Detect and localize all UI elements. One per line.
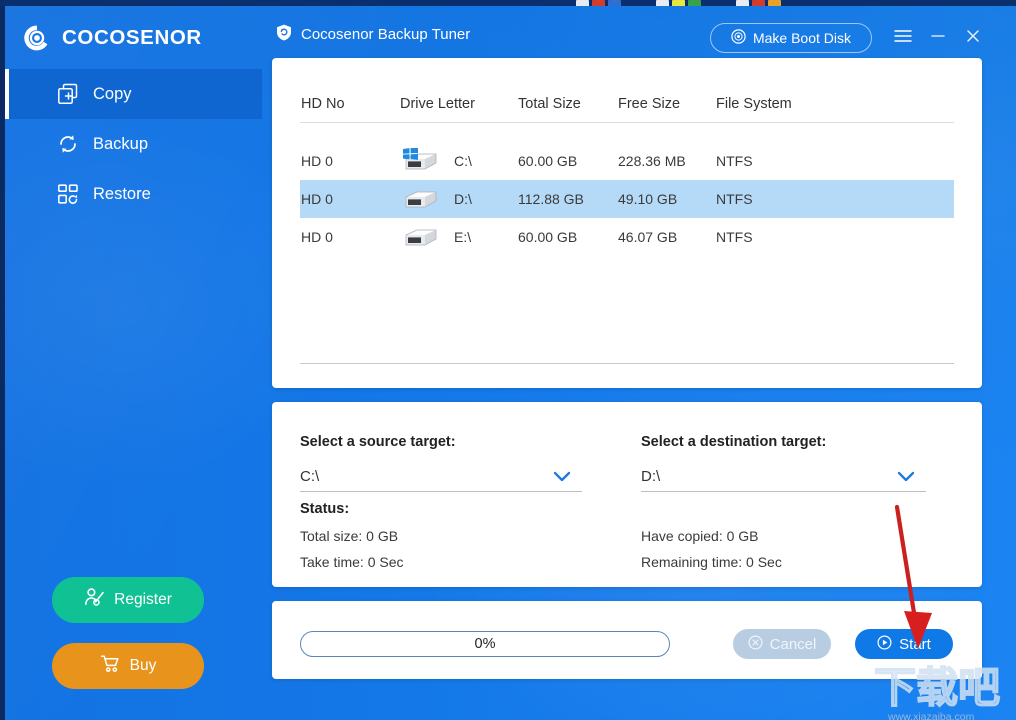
cell-drive-letter: D:\ xyxy=(400,186,518,212)
cancel-circle-icon xyxy=(748,634,763,654)
table-header-divider xyxy=(300,122,954,123)
chevron-down-icon xyxy=(552,468,572,491)
column-header-hd-no: HD No xyxy=(301,96,345,112)
hard-drive-icon xyxy=(400,224,440,250)
cell-total-size: 60.00 GB xyxy=(518,153,578,169)
title-bar: Cocosenor Backup Tuner Make Boot Disk xyxy=(262,6,1016,64)
cell-total-size: 112.88 GB xyxy=(518,191,584,207)
cell-drive-letter-text: C:\ xyxy=(454,153,472,169)
sidebar-item-backup[interactable]: Backup xyxy=(5,119,262,169)
shield-backup-icon xyxy=(276,24,292,45)
sidebar: COCOSENOR Copy Backup Restore Register B… xyxy=(0,6,262,720)
source-target-group: Select a source target: C:\ xyxy=(300,434,582,492)
active-accent-bar xyxy=(5,69,9,119)
sidebar-item-copy[interactable]: Copy xyxy=(5,69,262,119)
window-title-text: Cocosenor Backup Tuner xyxy=(301,26,471,43)
cell-free-size: 46.07 GB xyxy=(618,229,678,245)
refresh-backup-icon xyxy=(57,133,79,155)
make-boot-disk-label: Make Boot Disk xyxy=(752,30,852,46)
sidebar-item-label: Copy xyxy=(93,84,132,103)
status-take-time: Take time: 0 Sec xyxy=(300,554,404,570)
sidebar-item-label: Restore xyxy=(93,184,151,203)
brand-logo: COCOSENOR xyxy=(22,18,202,58)
register-button-label: Register xyxy=(114,591,172,608)
status-have-copied: Have copied: 0 GB xyxy=(641,528,759,544)
status-label: Status: xyxy=(300,501,350,517)
progress-bar-label: 0% xyxy=(474,636,496,652)
start-button[interactable]: Start xyxy=(855,629,953,659)
window-title: Cocosenor Backup Tuner xyxy=(276,24,470,45)
destination-target-dropdown[interactable]: D:\ xyxy=(641,462,926,492)
sidebar-item-label: Backup xyxy=(93,134,149,153)
chevron-down-icon xyxy=(896,468,916,491)
cancel-button[interactable]: Cancel xyxy=(733,629,831,659)
cell-file-system: NTFS xyxy=(716,191,753,207)
start-button-label: Start xyxy=(899,635,931,653)
progress-bar[interactable]: 0% xyxy=(300,631,670,657)
status-remaining-time: Remaining time: 0 Sec xyxy=(641,554,782,570)
source-target-value: C:\ xyxy=(300,468,320,485)
destination-target-group: Select a destination target: D:\ xyxy=(641,434,926,492)
user-add-icon xyxy=(84,587,105,613)
cell-hd-no: HD 0 xyxy=(301,229,333,245)
hamburger-menu-icon[interactable] xyxy=(888,22,918,50)
cart-icon xyxy=(100,653,121,679)
table-row[interactable]: HD 0 C:\ 60.00 GB 228.36 MB NTFS xyxy=(300,142,954,180)
buy-button-label: Buy xyxy=(129,657,157,674)
select-targets-card: Select a source target: C:\ Select a des… xyxy=(272,402,982,587)
application-window: COCOSENOR Copy Backup Restore Register B… xyxy=(0,6,1016,720)
actions-card: 0% Cancel Start xyxy=(272,601,982,679)
brand-name: COCOSENOR xyxy=(62,26,202,49)
table-bottom-divider xyxy=(300,363,954,364)
column-header-free-size: Free Size xyxy=(618,96,681,112)
hard-drive-windows-icon xyxy=(400,147,440,174)
column-header-total-size: Total Size xyxy=(518,96,581,112)
source-target-label: Select a source target: xyxy=(300,434,456,450)
cell-drive-letter: E:\ xyxy=(400,224,518,250)
cell-hd-no: HD 0 xyxy=(301,153,333,169)
play-circle-icon xyxy=(877,634,892,654)
destination-target-value: D:\ xyxy=(641,468,661,485)
cocosenor-logo-icon xyxy=(22,23,52,53)
cell-free-size: 49.10 GB xyxy=(618,191,678,207)
table-header-row: HD No Drive Letter Total Size Free Size … xyxy=(300,86,954,122)
buy-button[interactable]: Buy xyxy=(52,643,204,689)
cell-file-system: NTFS xyxy=(716,153,753,169)
source-target-dropdown[interactable]: C:\ xyxy=(300,462,582,492)
table-row[interactable]: HD 0 D:\ 112.88 GB 49.10 GB NTFS xyxy=(300,180,954,218)
drive-table-card: HD No Drive Letter Total Size Free Size … xyxy=(272,58,982,388)
register-button[interactable]: Register xyxy=(52,577,204,623)
column-header-drive-letter: Drive Letter xyxy=(400,96,475,112)
copy-icon xyxy=(57,83,79,105)
cell-total-size: 60.00 GB xyxy=(518,229,578,245)
svg-text:www.xiazaiba.com: www.xiazaiba.com xyxy=(887,711,975,720)
close-icon[interactable] xyxy=(958,22,988,50)
restore-grid-icon xyxy=(57,183,79,205)
status-total-size: Total size: 0 GB xyxy=(300,528,399,544)
disc-icon xyxy=(731,29,746,47)
destination-target-label: Select a destination target: xyxy=(641,434,827,450)
cancel-button-label: Cancel xyxy=(769,635,817,653)
sidebar-item-restore[interactable]: Restore xyxy=(5,169,262,219)
minimize-icon[interactable] xyxy=(923,22,953,50)
cell-drive-letter-text: E:\ xyxy=(454,229,472,245)
make-boot-disk-button[interactable]: Make Boot Disk xyxy=(710,23,872,53)
cell-free-size: 228.36 MB xyxy=(618,153,686,169)
cell-hd-no: HD 0 xyxy=(301,191,333,207)
cell-drive-letter-text: D:\ xyxy=(454,191,472,207)
cell-file-system: NTFS xyxy=(716,229,753,245)
hard-drive-icon xyxy=(400,186,440,212)
cell-drive-letter: C:\ xyxy=(400,147,518,174)
drive-table: HD No Drive Letter Total Size Free Size … xyxy=(300,86,954,256)
column-header-file-system: File System xyxy=(716,96,792,112)
table-row[interactable]: HD 0 E:\ 60.00 GB 46.07 GB NTFS xyxy=(300,218,954,256)
